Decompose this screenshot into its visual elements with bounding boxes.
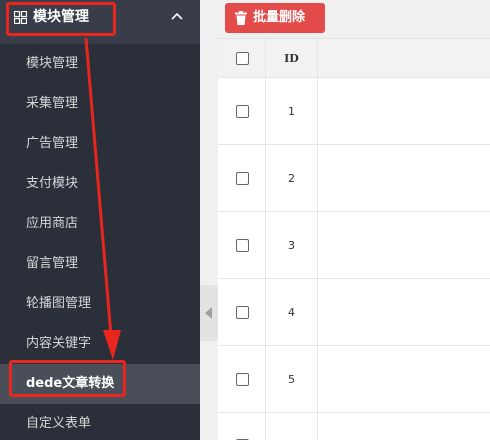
batch-delete-button[interactable]: 批量删除	[225, 3, 325, 33]
row-checkbox[interactable]	[236, 239, 249, 252]
row-check-cell	[218, 212, 266, 278]
data-table: ID 1 2 3 4 5	[218, 38, 490, 440]
select-all-checkbox[interactable]	[236, 52, 249, 65]
row-checkbox[interactable]	[236, 373, 249, 386]
sidebar-item-carousel-management[interactable]: 轮播图管理	[0, 284, 200, 324]
sidebar-item-label: 应用商店	[26, 216, 79, 231]
row-filler-cell	[318, 413, 490, 440]
table-row: 4	[218, 279, 490, 346]
row-checkbox[interactable]	[236, 306, 249, 319]
trash-icon	[235, 11, 247, 25]
table-row: 3	[218, 212, 490, 279]
sidebar-item-label: 支付模块	[26, 176, 79, 191]
row-filler-cell	[318, 279, 490, 345]
sidebar-item-custom-form[interactable]: 自定义表单	[0, 404, 200, 440]
table-header-row: ID	[218, 39, 490, 78]
toolbar: 批量删除	[218, 0, 490, 38]
sidebar-item-label: 广告管理	[26, 136, 79, 151]
row-filler-cell	[318, 346, 490, 412]
sidebar-item-collection-management[interactable]: 采集管理	[0, 84, 200, 124]
row-id: 5	[266, 346, 318, 412]
sidebar-item-label: 轮播图管理	[26, 296, 92, 311]
sidebar-item-app-store[interactable]: 应用商店	[0, 204, 200, 244]
batch-delete-label: 批量删除	[253, 10, 306, 25]
column-header-id: ID	[266, 39, 318, 77]
row-id: 3	[266, 212, 318, 278]
table-row: 1	[218, 78, 490, 145]
row-id	[266, 413, 318, 440]
table-row: 5	[218, 346, 490, 413]
row-filler-cell	[318, 78, 490, 144]
sidebar-item-label: 留言管理	[26, 256, 79, 271]
row-id: 4	[266, 279, 318, 345]
table-row: 2	[218, 145, 490, 212]
row-filler-cell	[318, 145, 490, 211]
annotation-highlight-box	[6, 2, 116, 36]
row-check-cell	[218, 346, 266, 412]
row-filler-cell	[318, 212, 490, 278]
row-id: 1	[266, 78, 318, 144]
header-check-cell	[218, 39, 266, 77]
sidebar-item-label: 采集管理	[26, 96, 79, 111]
row-check-cell	[218, 78, 266, 144]
sidebar-item-label: 内容关键字	[26, 336, 92, 351]
header-filler-cell	[318, 39, 490, 77]
sidebar-item-ad-management[interactable]: 广告管理	[0, 124, 200, 164]
row-check-cell	[218, 145, 266, 211]
chevron-up-icon[interactable]	[171, 12, 183, 20]
sidebar-item-payment-module[interactable]: 支付模块	[0, 164, 200, 204]
sidebar-item-label: 模块管理	[26, 56, 79, 71]
table-row	[218, 413, 490, 440]
sidebar-item-message-management[interactable]: 留言管理	[0, 244, 200, 284]
annotation-highlight-box	[9, 360, 126, 397]
sidebar-collapse-toggle[interactable]	[200, 285, 218, 341]
row-checkbox[interactable]	[236, 172, 249, 185]
row-id: 2	[266, 145, 318, 211]
row-check-cell	[218, 413, 266, 440]
sidebar-item-content-keywords[interactable]: 内容关键字	[0, 324, 200, 364]
chevron-left-icon	[205, 307, 212, 319]
sidebar-item-label: 自定义表单	[26, 416, 92, 431]
row-checkbox[interactable]	[236, 105, 249, 118]
row-check-cell	[218, 279, 266, 345]
sidebar-item-module-management[interactable]: 模块管理	[0, 44, 200, 84]
